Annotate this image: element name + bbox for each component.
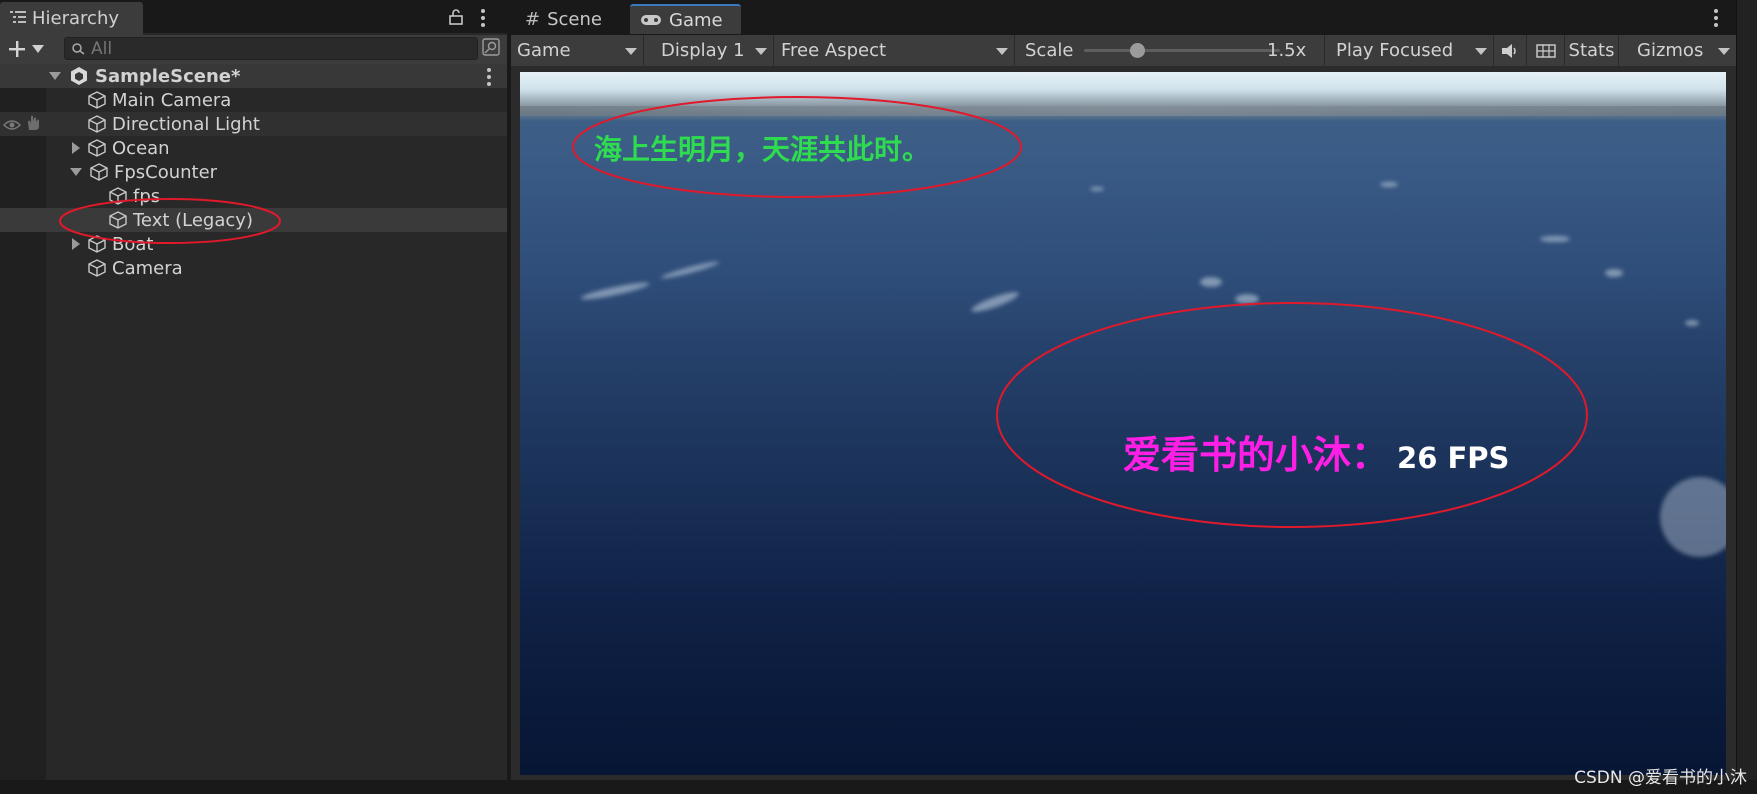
annotation-layer: [59, 96, 1588, 528]
annotation-ellipse-text-legacy: [59, 198, 281, 244]
watermark-text: CSDN @爱看书的小沐: [1574, 768, 1747, 788]
bottom-panel-tabbar: [0, 780, 1757, 794]
annotation-ellipse-poem: [572, 96, 1022, 198]
inspector-edge-strip: [1736, 0, 1757, 794]
annotation-ellipse-fps: [996, 302, 1588, 528]
